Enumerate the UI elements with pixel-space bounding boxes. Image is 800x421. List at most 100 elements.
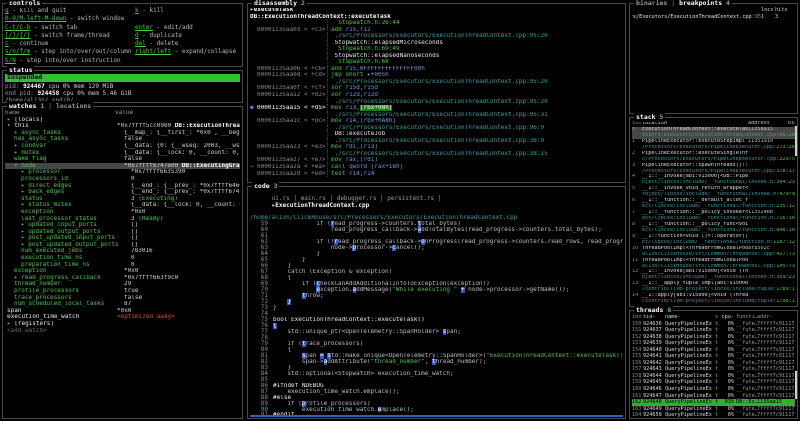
code-tab-active[interactable]: ▸ExecutionThreadContext.cpp (272, 202, 370, 209)
disassembly-line[interactable]: 00001135aa2d < +ed> test r14,r14 (250, 170, 623, 178)
watch-name: ▸ direct_edges (21, 182, 72, 189)
controls-hint-row: C-t/C-b - switch tab enter - edit/add (5, 23, 193, 31)
watch-value: {__map_: {__first_: *0x0 , __begin_: *0x… (124, 129, 240, 136)
watch-row[interactable]: ▸ [locals] (5, 117, 240, 124)
code-tab-bar: ui.rs | main.rs | debugger.rs | persiste… (250, 190, 623, 215)
stack-panel: stack 5 idx location address bin 0Execut… (629, 113, 798, 307)
stack-panel-title: stack 5 (634, 113, 666, 122)
stack-body: idx location address bin 0ExecutionThrea… (632, 121, 795, 305)
watch-row[interactable]: trace_processors false (5, 295, 240, 302)
watch-row[interactable]: thread_number 29 (5, 281, 240, 288)
controls-hint-row: s/n/f/m - step into/over/out/column right… (5, 48, 237, 56)
watch-row[interactable]: num_scheduled_local_tasks 87 (5, 301, 240, 308)
watch-value: false (124, 136, 143, 143)
watch-row[interactable]: ▸ condvar {__data: {0: {__wseq: 2003, __w… (5, 143, 240, 150)
breakpoints-panel-title[interactable]: binaries | breakpoints 4 (634, 0, 732, 8)
watch-list: ▸ [locals] ▾ this *0x7ffff5cc0980 DB::Exec… (5, 117, 240, 335)
status-line: /home/al13n/.nnd/0/ (5, 96, 74, 101)
watch-row[interactable]: status 3 (Executing) (5, 196, 240, 203)
threads-scrollbar[interactable] (795, 371, 797, 399)
controls-hint-row: 0-9/M-left-M-down - switch window (5, 15, 125, 23)
watch-row[interactable]: ▸ read_progress_callback *0x7ffff663f9c0 (5, 275, 240, 282)
watch-row[interactable]: ▸ post_updated_output_ports [] (5, 242, 240, 249)
watch-row[interactable]: span *0x0 (5, 308, 240, 315)
watch-name: <add watch> (7, 327, 47, 334)
disasm-marker (250, 171, 257, 178)
controls-hints: q - kill and quit k - kill 0-9/M-left-M-do… (5, 7, 240, 65)
watch-row[interactable]: processors_id 0 (5, 176, 240, 183)
code-horizontal-scrollbar[interactable] (250, 415, 623, 417)
watch-value: 0 (131, 261, 135, 268)
watch-row[interactable]: ▸ async_tasks {__map_: {__first_: *0x0 , … (5, 130, 240, 137)
watch-value (117, 328, 240, 335)
thread-list: 150 924636 QueryPipelineEx t 0% __fute… 7ffff7… (632, 321, 795, 417)
stack-frame-list: 0 ExecutionThreadContext::executeTask 1135… (632, 126, 795, 305)
watch-name: ▸ processor (21, 169, 61, 176)
status-line: pid: 924467 cpu 0% mem 129 MiB (5, 82, 114, 90)
watch-value: 0 (131, 255, 135, 262)
watch-value: {__data: {__lock: 0, __count: 0, __owner… (124, 149, 240, 156)
watch-name: ▾ node (14, 162, 36, 169)
watch-row[interactable]: <add watch> (5, 328, 240, 335)
breakpoint-location: /home/al13n/ClickHouse/src/Processors/Ex… (632, 13, 761, 20)
watches-col-value: value (115, 110, 134, 116)
controls-hint-row: q - kill and quit k - kill (5, 7, 164, 14)
watch-row[interactable]: ▸ updated_input_ports [] (5, 222, 240, 229)
watch-value: *0x7ffff5cc0980 DB::ExecutionThreadConte… (117, 123, 240, 130)
breakpoints-panel: binaries | breakpoints 4 locs hits /home… (629, 0, 798, 114)
watch-row[interactable]: wake_flag false (5, 156, 240, 163)
watch-value: 3 (Ready) (131, 215, 164, 222)
watch-value: *0x0 (117, 307, 132, 314)
thread-row[interactable]: 164 924650 QueryPipelineEx t 0% __fute… 7ffff7… (632, 412, 795, 417)
watch-row[interactable]: ▸ direct_edges {__end_: {__prev_: *0x7fff… (5, 183, 240, 190)
watch-row[interactable]: ▸ status_mutex {__data: {__lock: 0, __cou… (5, 202, 240, 209)
watch-name: has_async_tasks (14, 136, 69, 143)
watch-row[interactable]: has_async_tasks false (5, 136, 240, 143)
watch-value: [] (131, 235, 139, 242)
watch-name: exception (14, 268, 47, 275)
status-lines: pid: 924467 cpu 0% mem 129 MiB nnd pid: 9… (5, 83, 240, 102)
disassembly-panel: disassembly 2 ▸executeTask DB::Execution… (247, 0, 626, 183)
watch-row[interactable]: execution_time_ns 0 (5, 255, 240, 262)
watch-row[interactable]: profile_processors true (5, 288, 240, 295)
disassembly-body: ▸executeTask DB::ExecutionThreadContext:… (250, 7, 623, 181)
watch-row[interactable]: exception *0x0 (5, 268, 240, 275)
threads-panel: threads 6 idxtid-name-scpu-functi…addr-b… (629, 306, 798, 419)
watches-panel-title[interactable]: watches 1 | locations (7, 102, 94, 111)
watch-row[interactable]: preparation_time_ns 0 (5, 262, 240, 269)
watch-name: trace_processors (14, 294, 72, 301)
watch-row[interactable]: num_executed_jobs 783016 (5, 248, 240, 255)
watch-value: *0x7ffff6747e00 DB::ExecutingGraph::Node (124, 162, 240, 169)
watch-name: ▸ status_mutex (21, 202, 72, 209)
watch-row[interactable]: exception *0x0 (5, 209, 240, 216)
watch-row[interactable]: ▸ [registers] (5, 321, 240, 328)
watch-row[interactable]: ▸ processor *0x7ffff6635390 (5, 169, 240, 176)
stack-frame-source-line[interactable]: /home/al13n/ClickHouse/contrib/llvm-proj… (632, 299, 795, 305)
watch-value: *0x7ffff663f9c0 (124, 274, 179, 281)
watch-row[interactable]: ▾ this *0x7ffff5cc0980 DB::ExecutionThrea… (5, 123, 240, 130)
watch-row[interactable]: ▸ back_edges {__end_: {__prev_: *0x7ffff6… (5, 189, 240, 196)
stack-frame-path: /home/al13n/ClickHouse/contrib/llvm-proj… (642, 299, 795, 305)
watch-row[interactable]: ▸ mutex {__data: {__lock: 0, __count: 0, … (5, 150, 240, 157)
watch-row[interactable]: ▸ post_updated_input_ports [] (5, 235, 240, 242)
code-lines: 59 if (read_progress->counters.total_byt… (250, 221, 623, 417)
controls-panel: controls q - kill and quit k - kill 0-9/M-… (2, 0, 243, 67)
watch-name: thread_number (14, 281, 61, 288)
watch-name: ▸ [locals] (7, 116, 44, 123)
controls-hint-row: [/]/{/} - switch frame/thread d - duplica… (5, 31, 182, 39)
controls-hint-row: c - continue del - delete (5, 40, 179, 48)
watch-name: processors_id (21, 175, 68, 182)
stack-scrollbar[interactable] (795, 126, 797, 156)
watch-name: ▸ updated_output_ports (21, 228, 101, 235)
watch-name: ▸ [registers] (7, 321, 54, 327)
watch-row[interactable]: ▾ node *0x7ffff6747e00 DB::ExecutingGraph… (5, 162, 240, 170)
watch-row[interactable]: last_processor_status 3 (Ready) (5, 216, 240, 223)
watch-row[interactable]: ▸ updated_output_ports [] (5, 229, 240, 236)
code-panel: code 3 ui.rs | main.rs | debugger.rs | p… (247, 182, 626, 419)
watch-row[interactable]: execution_time_watch <optimized away> (5, 314, 240, 321)
status-panel-title: status (7, 66, 35, 75)
watch-name: span (7, 307, 22, 314)
watch-value: false (124, 294, 143, 301)
watch-name: ▸ async_tasks (14, 129, 61, 136)
breakpoint-row[interactable]: /home/al13n/ClickHouse/src/Processors/Ex… (632, 14, 795, 21)
